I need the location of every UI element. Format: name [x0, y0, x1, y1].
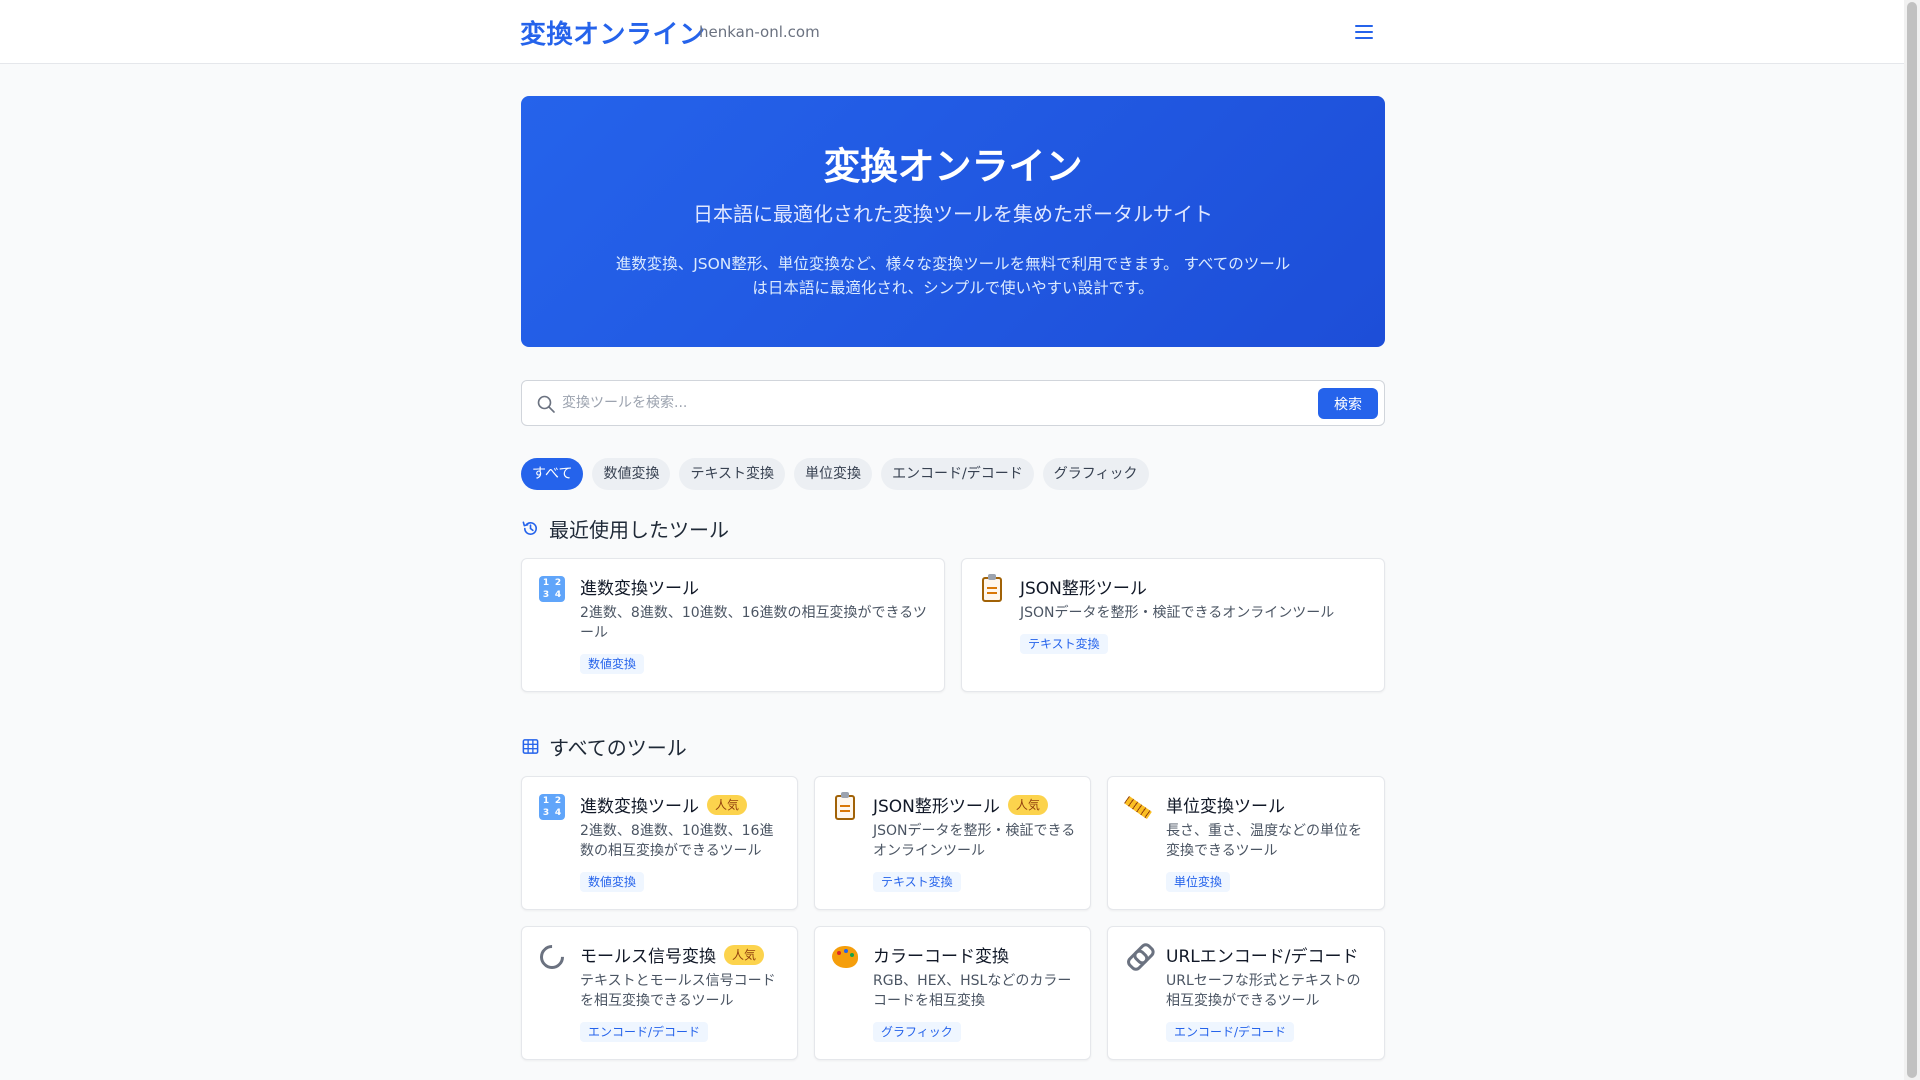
tool-card[interactable]: JSON整形ツール 人気 JSONデータを整形・検証できるオンラインツール テキ… — [814, 776, 1091, 910]
tool-card-title: JSON整形ツール — [1020, 579, 1147, 599]
tool-card-title: 単位変換ツール — [1166, 797, 1285, 817]
tool-card[interactable]: カラーコード変換 RGB、HEX、HSLなどのカラーコードを相互変換 グラフィッ… — [814, 926, 1091, 1060]
tool-category-tag: 数値変換 — [580, 654, 645, 674]
tool-card-description: RGB、HEX、HSLなどのカラーコードを相互変換 — [873, 973, 1072, 1009]
recent-tool-card[interactable]: 1234 進数変換ツール 2進数、8進数、10進数、16進数の相互変換ができるツ… — [521, 558, 945, 692]
palette-icon — [831, 943, 859, 971]
tool-card-description: テキストとモールス信号コードを相互変換できるツール — [580, 973, 776, 1009]
tool-category-tag: エンコード/デコード — [1166, 1022, 1295, 1042]
filter-chip-all[interactable]: すべて — [521, 458, 584, 490]
search-button[interactable]: 検索 — [1318, 388, 1378, 419]
clipboard-icon — [831, 791, 859, 821]
link-icon — [1124, 943, 1152, 971]
filter-chip-unit[interactable]: 単位変換 — [794, 458, 873, 490]
search-icon — [537, 395, 555, 413]
tool-card[interactable]: 単位変換ツール 長さ、重さ、温度などの単位を変換できるツール 単位変換 — [1107, 776, 1385, 910]
scrollbar-thumb[interactable] — [1907, 2, 1917, 1078]
tool-card-description: 長さ、重さ、温度などの単位を変換できるツール — [1166, 823, 1362, 859]
tool-category-tag: グラフィック — [873, 1022, 961, 1042]
category-filter-bar: すべて 数値変換 テキスト変換 単位変換 エンコード/デコード グラフィック — [521, 458, 1149, 490]
popular-badge: 人気 — [724, 944, 765, 965]
tool-card-description: 2進数、8進数、10進数、16進数の相互変換ができるツール — [580, 605, 927, 641]
number-keypad-icon: 1234 — [538, 793, 566, 821]
site-header: 変換オンライン henkan-onl.com — [0, 0, 1904, 64]
tool-category-tag: エンコード/デコード — [580, 1022, 709, 1042]
recent-tools-heading: 最近使用したツール — [521, 514, 729, 542]
site-logo-link[interactable]: 変換オンライン — [520, 14, 706, 51]
tool-card[interactable]: URLエンコード/デコード URLセーフな形式とテキストの相互変換ができるツール… — [1107, 926, 1385, 1060]
filter-chip-numeric[interactable]: 数値変換 — [592, 458, 671, 490]
tool-category-tag: テキスト変換 — [1020, 634, 1108, 654]
tool-category-tag: 単位変換 — [1166, 872, 1231, 892]
tool-card-title: 進数変換ツール — [580, 579, 699, 599]
hamburger-menu-icon[interactable] — [1352, 20, 1376, 44]
hero-description: 進数変換、JSON整形、単位変換など、様々な変換ツールを無料で利用できます。 す… — [615, 255, 1291, 297]
recent-tools-heading-text: 最近使用したツール — [549, 517, 729, 542]
all-tools-heading-text: すべてのツール — [549, 735, 687, 760]
history-icon — [522, 521, 537, 535]
satellite-dish-icon — [535, 940, 569, 974]
tool-card-title: URLエンコード/デコード — [1166, 947, 1359, 967]
hero-subtitle: 日本語に最適化された変換ツールを集めたポータルサイト — [693, 202, 1213, 226]
tool-card-title: JSON整形ツール 人気 — [873, 792, 1048, 817]
number-keypad-icon: 1234 — [538, 575, 566, 603]
tool-card-description: JSONデータを整形・検証できるオンラインツール — [1020, 605, 1335, 621]
tool-card[interactable]: モールス信号変換 人気 テキストとモールス信号コードを相互変換できるツール エン… — [521, 926, 798, 1060]
ruler-icon — [1123, 793, 1153, 821]
grid-icon — [522, 738, 539, 754]
tool-category-tag: 数値変換 — [580, 872, 645, 892]
hero-title: 変換オンライン — [823, 145, 1083, 188]
tool-category-tag: テキスト変換 — [873, 872, 961, 892]
tool-card-description: URLセーフな形式とテキストの相互変換ができるツール — [1166, 973, 1361, 1009]
tool-card-title: モールス信号変換 人気 — [580, 942, 765, 967]
tool-card-description: 2進数、8進数、10進数、16進数の相互変換ができるツール — [580, 823, 774, 859]
filter-chip-graphic[interactable]: グラフィック — [1042, 458, 1149, 490]
search-bar: 検索 — [521, 380, 1385, 426]
recent-tool-card[interactable]: JSON整形ツール JSONデータを整形・検証できるオンラインツール テキスト変… — [961, 558, 1385, 692]
site-domain: henkan-onl.com — [699, 23, 820, 41]
tool-card-description: JSONデータを整形・検証できるオンラインツール — [873, 823, 1076, 859]
clipboard-icon — [978, 573, 1006, 603]
all-tools-heading: すべてのツール — [521, 732, 687, 760]
tool-card-title: カラーコード変換 — [873, 947, 1009, 967]
popular-badge: 人気 — [707, 794, 748, 815]
tool-card-title: 進数変換ツール 人気 — [580, 792, 748, 817]
page-scrollbar[interactable] — [1904, 0, 1920, 1080]
filter-chip-text[interactable]: テキスト変換 — [679, 458, 786, 490]
filter-chip-encode[interactable]: エンコード/デコード — [881, 458, 1034, 490]
tool-card[interactable]: 1234 進数変換ツール 人気 2進数、8進数、10進数、16進数の相互変換がで… — [521, 776, 798, 910]
search-input[interactable] — [562, 389, 1262, 417]
popular-badge: 人気 — [1007, 794, 1048, 815]
hero-banner: 変換オンライン 日本語に最適化された変換ツールを集めたポータルサイト 進数変換、… — [521, 96, 1385, 347]
